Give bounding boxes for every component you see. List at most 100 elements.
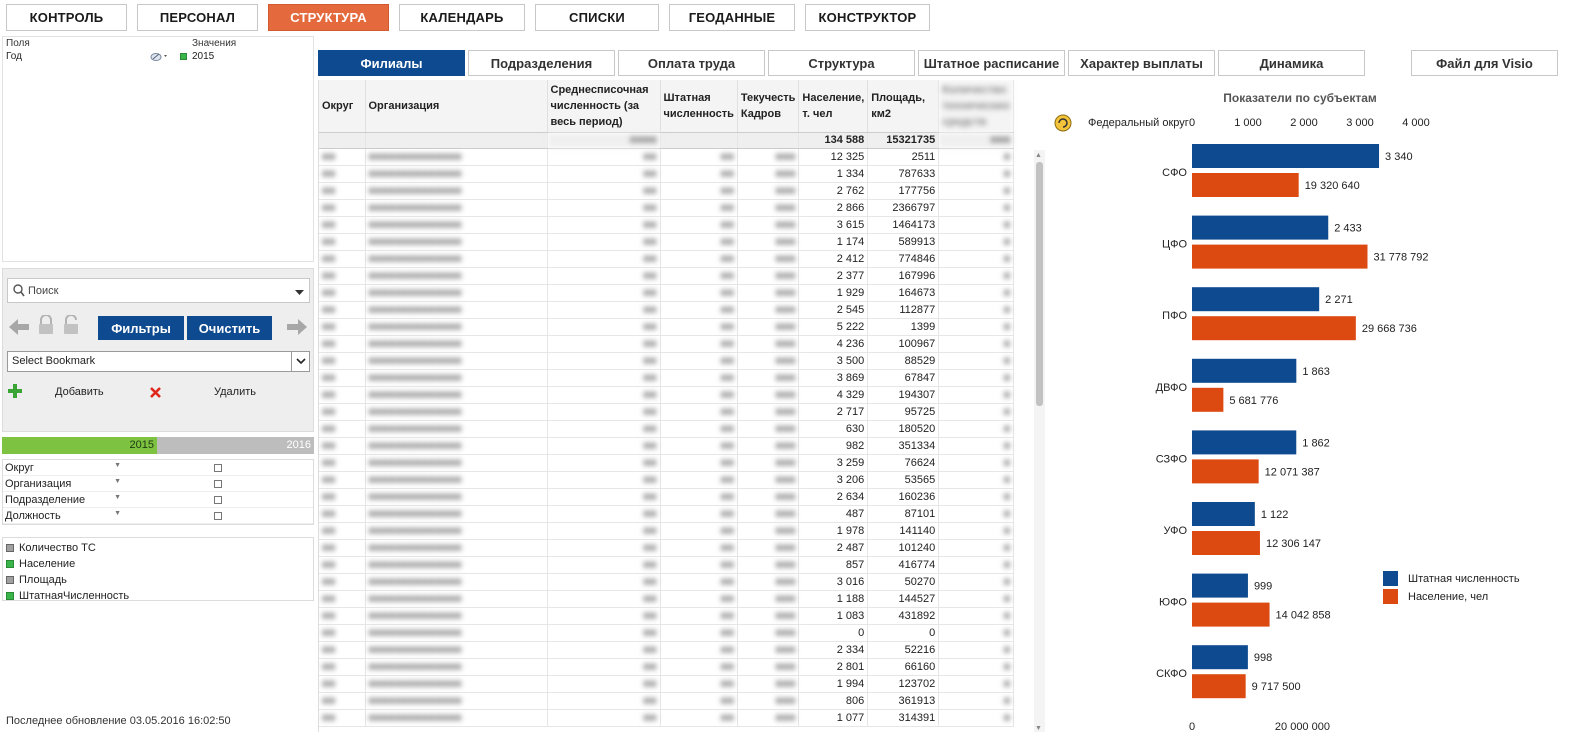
table-row[interactable]: ■■ ■■■■■■■■■■■■■■ ■■ ■■ ■■■ 630 180520 ■ — [319, 420, 1015, 438]
table-row[interactable]: ■■ ■■■■■■■■■■■■■■ ■■ ■■ ■■■ 5 222 1399 ■ — [319, 318, 1015, 336]
filter-checkbox[interactable] — [214, 463, 222, 472]
add-icon[interactable] — [8, 384, 22, 403]
year-2015[interactable]: 2015 — [2, 437, 157, 454]
col-header-avg-headcount[interactable]: Среднесписочная численность (за весь пер… — [547, 80, 661, 133]
col-header-okrug[interactable]: Округ — [319, 80, 366, 133]
delete-bookmark-button[interactable]: Удалить — [214, 386, 256, 398]
table-row[interactable]: ■■ ■■■■■■■■■■■■■■ ■■ ■■ ■■■ 1 083 431892 ■ — [319, 607, 1015, 625]
back-arrow-icon[interactable] — [8, 318, 30, 341]
dropdown-arrow-icon[interactable]: ▼ — [114, 478, 121, 485]
col-header-staff-count[interactable]: Штатная численность — [660, 80, 738, 133]
nav-button[interactable]: ГЕОДАННЫЕ — [669, 4, 795, 31]
add-bookmark-button[interactable]: Добавить — [55, 386, 104, 398]
nav-button[interactable]: КОНТРОЛЬ — [6, 4, 127, 31]
tab[interactable]: Филиалы — [318, 50, 465, 76]
table-row[interactable]: ■■ ■■■■■■■■■■■■■■ ■■ ■■ ■■■ 2 377 167996 ■ — [319, 267, 1015, 285]
table-scrollbar-thumb[interactable] — [1036, 162, 1043, 406]
metric-toggle[interactable] — [6, 560, 14, 568]
tab[interactable]: Оплата труда — [618, 50, 765, 76]
table-row[interactable]: ■■ ■■■■■■■■■■■■■■ ■■ ■■ ■■■ 1 929 164673 ■ — [319, 284, 1015, 302]
scroll-down-icon[interactable]: ▼ — [1035, 725, 1042, 732]
table-row[interactable]: ■■ ■■■■■■■■■■■■■■ ■■ ■■ ■■■ 2 334 52216 ■ — [319, 641, 1015, 659]
col-header-population[interactable]: Население, т. чел — [798, 80, 869, 133]
dropdown-arrow-icon[interactable]: ▼ — [114, 462, 121, 469]
table-row[interactable]: ■■ ■■■■■■■■■■■■■■ ■■ ■■ ■■■ 2 717 95725 ■ — [319, 403, 1015, 421]
nav-button[interactable]: КОНСТРУКТОР — [805, 4, 930, 31]
col-header-area[interactable]: Площадь, км2 — [867, 80, 940, 133]
table-row[interactable]: ■■ ■■■■■■■■■■■■■■ ■■ ■■ ■■■ 2 762 177756 ■ — [319, 182, 1015, 200]
table-row[interactable]: ■■ ■■■■■■■■■■■■■■ ■■ ■■ ■■■ 982 351334 ■ — [319, 437, 1015, 455]
metric-item[interactable]: Количество ТС — [3, 540, 313, 556]
filters-button[interactable]: Фильтры — [98, 316, 184, 340]
table-scrollbar[interactable]: ▲ ▼ — [1034, 150, 1045, 732]
filter-row[interactable]: Организация ▼ — [3, 476, 313, 492]
table-row[interactable]: ■■ ■■■■■■■■■■■■■■ ■■ ■■ ■■■ 1 994 123702 ■ — [319, 675, 1015, 693]
delete-icon[interactable] — [149, 386, 162, 404]
tab[interactable]: Динамика — [1218, 50, 1365, 76]
eraser-icon[interactable] — [150, 51, 170, 65]
metric-item[interactable]: Население — [3, 556, 313, 572]
table-row[interactable]: ■■ ■■■■■■■■■■■■■■ ■■ ■■ ■■■ 3 869 67847 ■ — [319, 369, 1015, 387]
nav-button[interactable]: СТРУКТУРА — [268, 4, 389, 31]
metric-item[interactable]: ШтатнаяЧисленность — [3, 588, 313, 604]
table-row[interactable]: ■■ ■■■■■■■■■■■■■■ ■■ ■■ ■■■ 1 978 141140 ■ — [319, 522, 1015, 540]
col-header-tech-count[interactable]: Количество технических средств — [938, 80, 1015, 133]
year-2016[interactable]: 2016 — [157, 437, 314, 454]
nav-button[interactable]: КАЛЕНДАРЬ — [399, 4, 525, 31]
table-row[interactable]: ■■ ■■■■■■■■■■■■■■ ■■ ■■ ■■■ 3 259 76624 ■ — [319, 454, 1015, 472]
tab[interactable]: Штатное расписание — [918, 50, 1065, 76]
col-header-turnover[interactable]: Текучесть Кадров — [737, 80, 800, 133]
unlock-icon[interactable] — [62, 314, 80, 340]
table-row[interactable]: ■■ ■■■■■■■■■■■■■■ ■■ ■■ ■■■ 2 634 160236 ■ — [319, 488, 1015, 506]
scroll-up-icon[interactable]: ▲ — [1035, 152, 1042, 159]
filter-row[interactable]: Округ ▼ — [3, 460, 313, 476]
table-row[interactable]: ■■ ■■■■■■■■■■■■■■ ■■ ■■ ■■■ 2 545 112877 ■ — [319, 301, 1015, 319]
tab[interactable]: Структура — [768, 50, 915, 76]
table-row[interactable]: ■■ ■■■■■■■■■■■■■■ ■■ ■■ ■■■ 2 866 2366797 ■ — [319, 199, 1015, 217]
filter-row[interactable]: Должность ▼ — [3, 508, 313, 524]
table-row[interactable]: ■■ ■■■■■■■■■■■■■■ ■■ ■■ ■■■ 3 615 1464173 ■ — [319, 216, 1015, 234]
table-row[interactable]: ■■ ■■■■■■■■■■■■■■ ■■ ■■ ■■■ 2 801 66160 ■ — [319, 658, 1015, 676]
legend-label: Население, чел — [1408, 591, 1488, 603]
search-dropdown-icon[interactable] — [295, 287, 304, 299]
clear-button[interactable]: Очистить — [187, 316, 272, 340]
filter-row[interactable]: Подразделение ▼ — [3, 492, 313, 508]
dropdown-arrow-icon[interactable]: ▼ — [114, 494, 121, 501]
dropdown-arrow-icon[interactable]: ▼ — [114, 510, 121, 517]
table-row[interactable]: ■■ ■■■■■■■■■■■■■■ ■■ ■■ ■■■ 1 077 314391 ■ — [319, 709, 1015, 727]
table-row[interactable]: ■■ ■■■■■■■■■■■■■■ ■■ ■■ ■■■ 1 334 787633 ■ — [319, 165, 1015, 183]
table-row[interactable]: ■■ ■■■■■■■■■■■■■■ ■■ ■■ ■■■ 487 87101 ■ — [319, 505, 1015, 523]
turnover-cell: ■■■ — [737, 420, 800, 438]
lock-icon[interactable] — [37, 314, 55, 340]
table-row[interactable]: ■■ ■■■■■■■■■■■■■■ ■■ ■■ ■■■ 12 325 2511 ■ — [319, 148, 1015, 166]
filter-checkbox[interactable] — [214, 511, 222, 520]
metric-item[interactable]: Площадь — [3, 572, 313, 588]
nav-button[interactable]: СПИСКИ — [535, 4, 659, 31]
metric-toggle[interactable] — [6, 592, 14, 600]
table-row[interactable]: ■■ ■■■■■■■■■■■■■■ ■■ ■■ ■■■ 1 188 144527 ■ — [319, 590, 1015, 608]
search-input[interactable]: Поиск — [7, 278, 310, 303]
visio-file-button[interactable]: Файл для Visio — [1411, 50, 1558, 76]
nav-button[interactable]: ПЕРСОНАЛ — [137, 4, 258, 31]
table-row[interactable]: ■■ ■■■■■■■■■■■■■■ ■■ ■■ ■■■ 2 412 774846 ■ — [319, 250, 1015, 268]
table-row[interactable]: ■■ ■■■■■■■■■■■■■■ ■■ ■■ ■■■ 4 236 100967 ■ — [319, 335, 1015, 353]
table-row[interactable]: ■■ ■■■■■■■■■■■■■■ ■■ ■■ ■■■ 1 174 589913 ■ — [319, 233, 1015, 251]
filter-checkbox[interactable] — [214, 495, 222, 504]
metric-toggle[interactable] — [6, 576, 14, 584]
year-slider[interactable]: 2015 2016 — [2, 437, 314, 454]
tab[interactable]: Подразделения — [468, 50, 615, 76]
table-row[interactable]: ■■ ■■■■■■■■■■■■■■ ■■ ■■ ■■■ 4 329 194307 ■ — [319, 386, 1015, 404]
table-row[interactable]: ■■ ■■■■■■■■■■■■■■ ■■ ■■ ■■■ 2 487 101240 ■ — [319, 539, 1015, 557]
table-row[interactable]: ■■ ■■■■■■■■■■■■■■ ■■ ■■ ■■■ 0 0 ■ — [319, 624, 1015, 642]
bookmark-select[interactable]: Select Bookmark — [7, 351, 310, 372]
filter-checkbox[interactable] — [214, 479, 222, 488]
tab[interactable]: Характер выплаты — [1068, 50, 1215, 76]
table-row[interactable]: ■■ ■■■■■■■■■■■■■■ ■■ ■■ ■■■ 3 016 50270 ■ — [319, 573, 1015, 591]
metric-toggle[interactable] — [6, 544, 14, 552]
col-header-organization[interactable]: Организация — [365, 80, 548, 133]
table-row[interactable]: ■■ ■■■■■■■■■■■■■■ ■■ ■■ ■■■ 3 500 88529 ■ — [319, 352, 1015, 370]
table-row[interactable]: ■■ ■■■■■■■■■■■■■■ ■■ ■■ ■■■ 857 416774 ■ — [319, 556, 1015, 574]
table-row[interactable]: ■■ ■■■■■■■■■■■■■■ ■■ ■■ ■■■ 3 206 53565 ■ — [319, 471, 1015, 489]
forward-arrow-icon[interactable] — [286, 318, 308, 341]
table-row[interactable]: ■■ ■■■■■■■■■■■■■■ ■■ ■■ ■■■ 806 361913 ■ — [319, 692, 1015, 710]
